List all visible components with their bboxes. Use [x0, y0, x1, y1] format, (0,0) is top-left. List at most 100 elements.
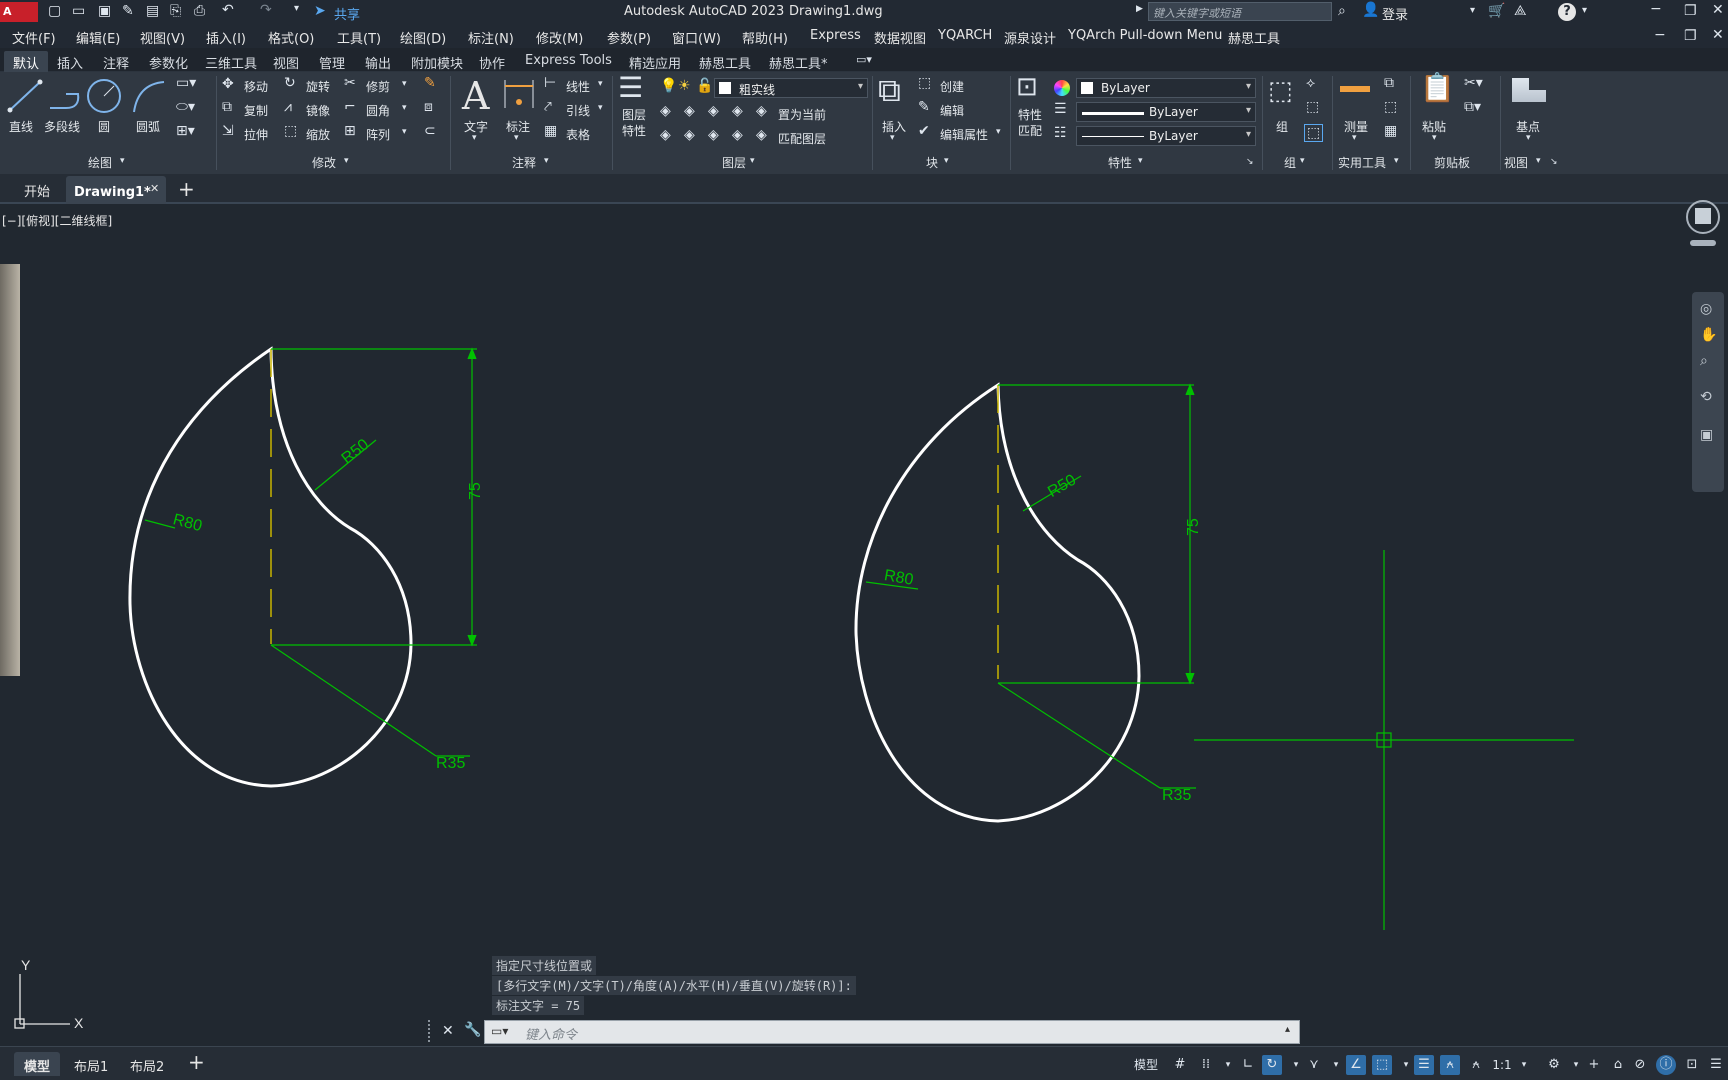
layer-dropdown[interactable]: 粗实线: [714, 78, 868, 98]
linear-dim-icon[interactable]: ⊢: [544, 76, 556, 90]
annotation-scale-menu-icon[interactable]: ▾: [1514, 1055, 1534, 1075]
viewcube-face[interactable]: [1695, 208, 1711, 224]
polyline-tool-icon[interactable]: [46, 80, 86, 116]
array-icon[interactable]: ⊞: [344, 124, 356, 138]
tab-home[interactable]: 默认: [4, 51, 49, 72]
tab-annotate[interactable]: 注释: [94, 51, 138, 72]
create-block-label[interactable]: 创建: [940, 78, 964, 95]
zoom-icon[interactable]: ⌕: [1700, 354, 1708, 368]
layout-tab-model[interactable]: 模型: [14, 1052, 61, 1076]
arc-tool-icon[interactable]: [130, 78, 170, 116]
view-panel-menu-icon[interactable]: ▾: [1536, 157, 1541, 166]
copy-clip-icon[interactable]: ⧉▾: [1464, 100, 1481, 114]
workspace-menu-icon[interactable]: ▾: [1566, 1055, 1586, 1075]
save-icon[interactable]: ▣: [98, 4, 111, 18]
close-icon[interactable]: ✕: [1712, 3, 1724, 17]
match-properties-icon[interactable]: ⊡: [1016, 74, 1038, 100]
layer-lock-icon[interactable]: 🔓: [696, 79, 713, 93]
modify-panel-label[interactable]: 修改: [312, 154, 336, 171]
tab-express-tools[interactable]: Express Tools: [516, 51, 621, 72]
steering-wheel-icon[interactable]: ◎: [1700, 302, 1712, 316]
undo-icon[interactable]: ↶: [222, 3, 234, 17]
dimension-tool-menu-icon[interactable]: ▾: [514, 134, 519, 143]
arc-tool-label[interactable]: 圆弧: [136, 118, 160, 135]
match-properties-label-2[interactable]: 匹配: [1018, 122, 1042, 139]
copy-icon[interactable]: ⧉: [222, 100, 232, 114]
menu-view[interactable]: 视图(V): [140, 28, 185, 47]
command-line-grip[interactable]: [428, 1020, 434, 1042]
group-select-icon[interactable]: ⬚: [1304, 124, 1324, 142]
share-icon[interactable]: ➤: [314, 4, 326, 18]
add-layout-icon[interactable]: +: [188, 1050, 205, 1074]
leader-icon[interactable]: ⤤: [544, 100, 552, 114]
layer-tool-b-icon[interactable]: ◈: [684, 104, 695, 118]
layer-tool-g-icon[interactable]: ◈: [708, 128, 719, 142]
doc-close-icon[interactable]: ✕: [1712, 28, 1724, 42]
save-as-icon[interactable]: ✎: [122, 4, 134, 18]
paste-icon[interactable]: 📋: [1420, 74, 1455, 102]
group-icon[interactable]: ⬚: [1268, 78, 1293, 104]
fillet-label[interactable]: 圆角: [366, 102, 390, 119]
menu-insert[interactable]: 插入(I): [206, 28, 246, 47]
leader-label[interactable]: 引线: [566, 102, 590, 119]
pan-icon[interactable]: ✋: [1700, 328, 1717, 342]
mirror-label[interactable]: 镜像: [306, 102, 330, 119]
properties-panel-menu-icon[interactable]: ▾: [1138, 157, 1143, 166]
tab-drawing1[interactable]: Drawing1* ✕: [66, 176, 166, 204]
tab-collaborate[interactable]: 协作: [470, 51, 514, 72]
utilities-panel-label[interactable]: 实用工具: [1338, 154, 1386, 171]
menu-draw[interactable]: 绘图(D): [400, 28, 446, 47]
circle-tool-icon[interactable]: [86, 76, 126, 116]
tab-view[interactable]: 视图: [264, 51, 308, 72]
edit-attributes-icon[interactable]: ✔: [918, 124, 930, 138]
menu-data-view[interactable]: 数据视图: [874, 28, 926, 47]
menu-format[interactable]: 格式(O): [268, 28, 314, 47]
edit-block-icon[interactable]: ✎: [918, 100, 930, 114]
draw-panel-label[interactable]: 绘图: [88, 154, 112, 171]
utilities-panel-menu-icon[interactable]: ▾: [1394, 157, 1399, 166]
tab-hesi-tools-star[interactable]: 赫思工具*: [760, 51, 837, 72]
ribbon-options-icon[interactable]: ▭▾: [856, 54, 872, 65]
color-dropdown[interactable]: ByLayer: [1076, 78, 1256, 98]
doc-restore-icon[interactable]: ❐: [1684, 29, 1697, 43]
dimensions-left[interactable]: [144, 347, 477, 757]
object-snap-icon[interactable]: ⬚: [1372, 1055, 1392, 1075]
scale-icon[interactable]: ⬚: [284, 124, 297, 138]
layer-tool-e-icon[interactable]: ◈: [660, 128, 671, 142]
viewcube-wcs[interactable]: [1690, 240, 1716, 246]
text-tool-menu-icon[interactable]: ▾: [472, 134, 477, 143]
snap-icon[interactable]: ⁞⁞: [1196, 1055, 1216, 1075]
autodesk-app-icon[interactable]: ⟁: [1514, 4, 1527, 18]
polar-icon[interactable]: ↻: [1262, 1055, 1282, 1075]
command-input[interactable]: 键入命令: [525, 1024, 577, 1043]
tab-3d-tools[interactable]: 三维工具: [196, 51, 266, 72]
close-tab-icon[interactable]: ✕: [150, 182, 159, 195]
measure-icon[interactable]: [1340, 86, 1370, 92]
layout-tab-2[interactable]: 布局2: [130, 1056, 164, 1075]
doc-minimize-icon[interactable]: −: [1654, 28, 1666, 42]
tab-start[interactable]: 开始: [24, 181, 50, 200]
line-tool-label[interactable]: 直线: [9, 118, 33, 135]
set-current-icon[interactable]: ◈: [756, 104, 767, 118]
lineweight-toggle-icon[interactable]: ☰: [1414, 1055, 1434, 1075]
lineweight-icon[interactable]: ☰: [1054, 102, 1067, 116]
linetype-icon[interactable]: ☷: [1054, 126, 1067, 140]
annotation-panel-label[interactable]: 注释: [512, 154, 536, 171]
base-view-menu-icon[interactable]: ▾: [1526, 134, 1531, 143]
mirror-icon[interactable]: ⩘: [284, 100, 292, 114]
block-panel-label[interactable]: 块: [926, 154, 938, 171]
object-snap-tracking-icon[interactable]: ∠: [1346, 1055, 1366, 1075]
object-snap-menu-icon[interactable]: ▾: [1396, 1055, 1416, 1075]
customize-icon[interactable]: 🔧: [464, 1023, 481, 1037]
layer-tool-c-icon[interactable]: ◈: [708, 104, 719, 118]
properties-launcher-icon[interactable]: ↘: [1246, 158, 1254, 167]
isodraft-icon[interactable]: ⋎: [1304, 1055, 1324, 1075]
menu-modify[interactable]: 修改(M): [536, 28, 583, 47]
annotation-monitor-icon[interactable]: +: [1584, 1055, 1604, 1075]
polyline-tool-label[interactable]: 多段线: [44, 118, 80, 135]
quick-select-icon[interactable]: ⧉: [1384, 76, 1394, 90]
close-command-line-icon[interactable]: ✕: [442, 1024, 454, 1038]
rectangle-tool-icon[interactable]: ▭▾: [176, 76, 196, 90]
tab-parametric[interactable]: 参数化: [140, 51, 197, 72]
help-icon[interactable]: ?: [1558, 3, 1576, 21]
